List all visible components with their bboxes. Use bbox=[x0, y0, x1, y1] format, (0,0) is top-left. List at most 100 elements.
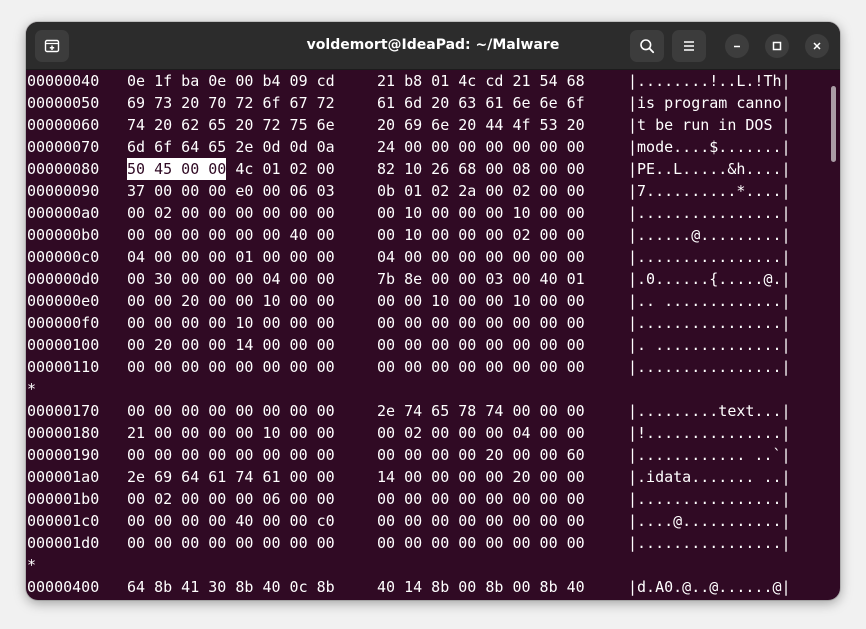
hex-bytes-group-2: 40 14 8b 00 8b 00 8b 40 bbox=[377, 578, 585, 596]
hexdump-row: 00000080 50 45 00 00 4c 01 02 00 82 10 26 … bbox=[26, 158, 826, 180]
hex-bytes-group-1: 37 00 00 00 e0 00 06 03 bbox=[127, 182, 335, 200]
close-button[interactable] bbox=[805, 34, 829, 58]
menu-button[interactable] bbox=[672, 30, 706, 62]
hexdump-row: 00000040 0e 1f ba 0e 00 b4 09 cd 21 b8 01 … bbox=[26, 70, 826, 92]
hexdump-row: 000000c0 04 00 00 00 01 00 00 00 04 00 00 … bbox=[26, 246, 826, 268]
ascii-column: |!...............| bbox=[628, 424, 791, 442]
hex-bytes-group-2: 00 00 00 00 00 00 00 00 bbox=[377, 534, 585, 552]
search-button[interactable] bbox=[630, 30, 664, 62]
ascii-column: |................| bbox=[628, 490, 791, 508]
hexdump-row: 00000090 37 00 00 00 e0 00 06 03 0b 01 02 … bbox=[26, 180, 826, 202]
hex-bytes-group-1: 50 45 00 00 4c 01 02 00 bbox=[127, 158, 335, 180]
hexdump-row: 00000400 64 8b 41 30 8b 40 0c 8b 40 14 8b … bbox=[26, 576, 826, 598]
hex-bytes-group-2: 00 10 00 00 00 10 00 00 bbox=[377, 204, 585, 222]
hex-bytes-group-2: 61 6d 20 63 61 6e 6e 6f bbox=[377, 94, 585, 112]
hexdump-row: 00000100 00 20 00 00 14 00 00 00 00 00 00 … bbox=[26, 334, 826, 356]
hex-bytes-group-1: 00 00 00 00 00 00 00 00 bbox=[127, 358, 335, 376]
hex-bytes-group-2: 00 00 00 00 00 00 00 00 bbox=[377, 336, 585, 354]
selected-pe-signature[interactable]: 50 45 00 00 bbox=[127, 158, 227, 180]
maximize-icon bbox=[772, 41, 782, 51]
offset-address: 00000080 bbox=[27, 160, 100, 178]
offset-address: 000000d0 bbox=[27, 270, 100, 288]
hex-bytes-group-1: 21 00 00 00 00 10 00 00 bbox=[127, 424, 335, 442]
hex-bytes-group-1: 00 20 00 00 14 00 00 00 bbox=[127, 336, 335, 354]
offset-address: 00000180 bbox=[27, 424, 100, 442]
hex-bytes-group-1: 00 02 00 00 00 00 00 00 bbox=[127, 204, 335, 222]
hexdump-row: 000001c0 00 00 00 00 40 00 00 c0 00 00 00 … bbox=[26, 510, 826, 532]
ascii-column: |................| bbox=[628, 314, 791, 332]
terminal-output[interactable]: 00000040 0e 1f ba 0e 00 b4 09 cd 21 b8 01 … bbox=[26, 70, 826, 600]
ascii-column: |................| bbox=[628, 204, 791, 222]
minimize-icon bbox=[734, 45, 740, 48]
hex-bytes-group-1: 00 00 00 00 00 00 00 00 bbox=[127, 446, 335, 464]
offset-address: 00000110 bbox=[27, 358, 100, 376]
offset-address: 00000100 bbox=[27, 336, 100, 354]
offset-address: 000000b0 bbox=[27, 226, 100, 244]
hex-bytes-group-1: 6d 6f 64 65 2e 0d 0d 0a bbox=[127, 138, 335, 156]
ascii-column: |................| bbox=[628, 248, 791, 266]
offset-address: 00000400 bbox=[27, 578, 100, 596]
hex-bytes-group-1: 64 8b 41 30 8b 40 0c 8b bbox=[127, 578, 335, 596]
repeat-marker: * bbox=[27, 556, 37, 574]
hex-bytes-group-1: 74 20 62 65 20 72 75 6e bbox=[127, 116, 335, 134]
terminal-window: voldemort@IdeaPad: ~/Malware 00000040 0e… bbox=[26, 22, 840, 600]
hex-bytes-group-2: 82 10 26 68 00 08 00 00 bbox=[377, 160, 585, 178]
hex-bytes-rest: 4c 01 02 00 bbox=[226, 160, 335, 178]
hex-bytes-group-1: 2e 69 64 61 74 61 00 00 bbox=[127, 468, 335, 486]
hex-bytes-group-2: 00 02 00 00 00 04 00 00 bbox=[377, 424, 585, 442]
ascii-column: |.........text...| bbox=[628, 402, 791, 420]
ascii-column: |d.A0.@..@......@| bbox=[628, 578, 791, 596]
offset-address: 000000a0 bbox=[27, 204, 100, 222]
maximize-button[interactable] bbox=[765, 34, 789, 58]
hex-bytes-group-1: 00 00 00 00 00 00 00 00 bbox=[127, 534, 335, 552]
offset-address: 000001a0 bbox=[27, 468, 100, 486]
hex-bytes-group-2: 0b 01 02 2a 00 02 00 00 bbox=[377, 182, 585, 200]
close-icon bbox=[813, 42, 821, 50]
hexdump-row: 000000d0 00 30 00 00 00 04 00 00 7b 8e 00 … bbox=[26, 268, 826, 290]
ascii-column: |PE..L.....&h....| bbox=[628, 160, 791, 178]
hex-bytes-group-1: 00 00 00 00 10 00 00 00 bbox=[127, 314, 335, 332]
ascii-column: |................| bbox=[628, 358, 791, 376]
title-bar[interactable]: voldemort@IdeaPad: ~/Malware bbox=[26, 22, 840, 70]
hex-bytes-group-1: 0e 1f ba 0e 00 b4 09 cd bbox=[127, 72, 335, 90]
offset-address: 00000050 bbox=[27, 94, 100, 112]
hex-bytes-group-2: 2e 74 65 78 74 00 00 00 bbox=[377, 402, 585, 420]
hex-bytes-group-2: 14 00 00 00 00 20 00 00 bbox=[377, 468, 585, 486]
hex-bytes-group-2: 00 00 00 00 00 00 00 00 bbox=[377, 512, 585, 530]
offset-address: 00000070 bbox=[27, 138, 100, 156]
hex-bytes-group-2: 20 69 6e 20 44 4f 53 20 bbox=[377, 116, 585, 134]
hexdump-row: 000000b0 00 00 00 00 00 00 40 00 00 10 00 … bbox=[26, 224, 826, 246]
ascii-column: |is program canno| bbox=[628, 94, 791, 112]
hex-bytes-group-2: 7b 8e 00 00 03 00 40 01 bbox=[377, 270, 585, 288]
minimize-button[interactable] bbox=[725, 34, 749, 58]
ascii-column: |......@.........| bbox=[628, 226, 791, 244]
offset-address: 00000170 bbox=[27, 402, 100, 420]
hexdump-row: 000001d0 00 00 00 00 00 00 00 00 00 00 00 … bbox=[26, 532, 826, 554]
hamburger-menu-icon bbox=[684, 41, 694, 51]
hexdump-row: 00000060 74 20 62 65 20 72 75 6e 20 69 6e … bbox=[26, 114, 826, 136]
hexdump-row: 00000170 00 00 00 00 00 00 00 00 2e 74 65 … bbox=[26, 400, 826, 422]
hexdump-row: 00000110 00 00 00 00 00 00 00 00 00 00 00 … bbox=[26, 356, 826, 378]
offset-address: 000001c0 bbox=[27, 512, 100, 530]
hex-bytes-group-2: 00 10 00 00 00 02 00 00 bbox=[377, 226, 585, 244]
ascii-column: |................| bbox=[628, 534, 791, 552]
ascii-column: |7..........*....| bbox=[628, 182, 791, 200]
scrollbar[interactable] bbox=[831, 86, 836, 162]
hex-bytes-group-1: 00 00 00 00 00 00 00 00 bbox=[127, 402, 335, 420]
hex-bytes-group-2: 00 00 00 00 00 00 00 00 bbox=[377, 490, 585, 508]
search-icon bbox=[640, 39, 655, 54]
hexdump-row: 00000180 21 00 00 00 00 10 00 00 00 02 00 … bbox=[26, 422, 826, 444]
ascii-column: |............ ..`| bbox=[628, 446, 791, 464]
window-title: voldemort@IdeaPad: ~/Malware bbox=[306, 37, 560, 53]
ascii-column: |t be run in DOS | bbox=[628, 116, 791, 134]
hexdump-row: 000001b0 00 02 00 00 00 06 00 00 00 00 00 … bbox=[26, 488, 826, 510]
hex-bytes-group-1: 00 00 00 00 40 00 00 c0 bbox=[127, 512, 335, 530]
hex-bytes-group-2: 00 00 10 00 00 10 00 00 bbox=[377, 292, 585, 310]
offset-address: 000001d0 bbox=[27, 534, 100, 552]
repeat-marker: * bbox=[27, 380, 37, 398]
ascii-column: |mode....$.......| bbox=[628, 138, 791, 156]
offset-address: 00000040 bbox=[27, 72, 100, 90]
hexdump-row: 00000070 6d 6f 64 65 2e 0d 0d 0a 24 00 00 … bbox=[26, 136, 826, 158]
hexdump-row: 000001a0 2e 69 64 61 74 61 00 00 14 00 00 … bbox=[26, 466, 826, 488]
hex-bytes-group-2: 04 00 00 00 00 00 00 00 bbox=[377, 248, 585, 266]
